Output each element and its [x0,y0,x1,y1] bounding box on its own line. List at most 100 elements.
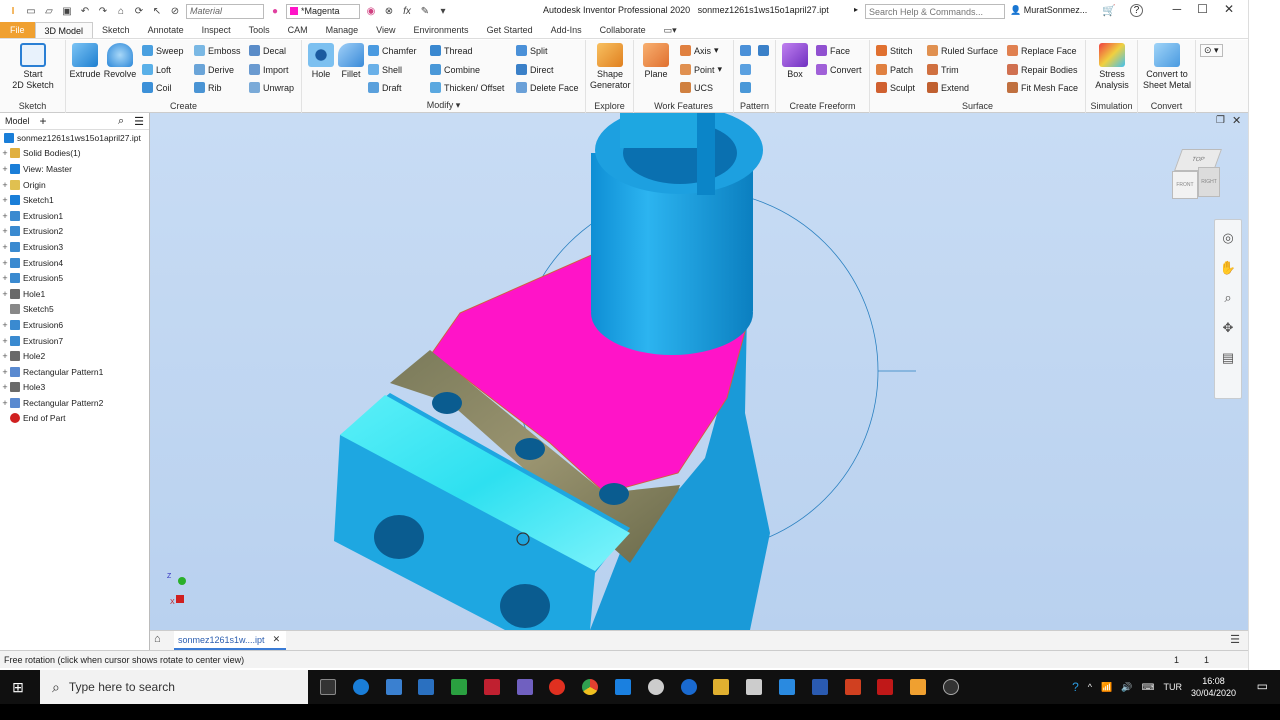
edge-icon[interactable] [352,679,369,695]
adjust-icon[interactable]: ◉ [364,4,378,18]
keyboard-icon[interactable]: ⌨ [1141,682,1154,693]
tab-collaborate[interactable]: Collaborate [591,22,655,38]
tab-options-icon[interactable]: ▭▾ [655,22,686,38]
rib-button[interactable]: Rib [194,82,222,93]
file-explorer-icon[interactable] [713,679,730,695]
coil-button[interactable]: Coil [142,82,172,93]
replace-face-button[interactable]: Replace Face [1007,45,1077,56]
help-tray-icon[interactable]: ? [1072,680,1079,694]
chrome-icon[interactable] [582,679,599,695]
word-icon[interactable] [811,679,828,695]
view-cube[interactable]: TOP FRONT RIGHT [1172,149,1224,205]
expand-icon[interactable]: + [0,336,10,346]
orbit-icon[interactable]: ✥ [1223,320,1234,336]
view-cube-front[interactable]: FRONT [1172,171,1198,199]
rectangular-pattern-icon[interactable] [740,45,751,56]
model-3d-canvas[interactable] [150,113,1248,630]
app-red-icon[interactable] [483,679,500,695]
close-tab-icon[interactable]: ✕ [273,634,281,645]
sketch-pattern-icon[interactable] [740,82,751,93]
tray-expand-icon[interactable]: ^ [1088,682,1092,692]
minimize-icon[interactable]: ─ [1173,2,1182,16]
expand-icon[interactable]: + [0,164,10,174]
tab-sketch[interactable]: Sketch [93,22,139,38]
tree-item[interactable]: sonmez1261s1ws15o1april27.ipt [0,130,149,146]
tree-item[interactable]: + Rectangular Pattern1 [0,364,149,380]
undo-icon[interactable]: ↶ [78,4,92,18]
tree-item[interactable]: + Extrusion6 [0,317,149,333]
autocad-icon[interactable] [877,679,894,695]
sweep-button[interactable]: Sweep [142,45,184,56]
tree-item[interactable]: + Hole1 [0,286,149,302]
user-account[interactable]: 👤 MuratSonmez... [1010,5,1087,16]
tree-item[interactable]: + Extrusion3 [0,239,149,255]
look-at-icon[interactable]: ▤ [1222,350,1234,366]
home-tab-icon[interactable]: ⌂ [154,633,161,645]
inventor-taskbar-icon[interactable] [910,679,927,695]
tree-item[interactable]: Sketch5 [0,302,149,318]
expand-icon[interactable]: + [0,398,10,408]
expand-icon[interactable]: + [0,273,10,283]
expand-icon[interactable]: + [0,211,10,221]
clear-override-icon[interactable]: ⊘ [168,4,182,18]
chamfer-button[interactable]: Chamfer [368,45,417,56]
task-view-icon[interactable] [320,679,336,695]
graphics-viewport[interactable]: TOP FRONT RIGHT ❐ ✕ ◎ ✋ ⌕ ✥ ▤ Z X [150,113,1248,630]
tree-item[interactable]: + Rectangular Pattern2 [0,395,149,411]
language-indicator[interactable]: TUR [1163,682,1182,692]
maximize-icon[interactable]: ☐ [1197,2,1208,16]
appearance-icon[interactable]: ● [268,4,282,18]
tree-item[interactable]: + View: Master [0,161,149,177]
expand-icon[interactable]: + [0,320,10,330]
open-file-icon[interactable]: ▱ [42,4,56,18]
save-icon[interactable]: ▣ [60,4,74,18]
menu-icon[interactable]: ☰ [134,115,144,128]
extrude-button[interactable]: Extrude [68,43,102,80]
browser-title[interactable]: Model [5,116,30,126]
shape-generator-button[interactable]: Shape Generator [590,43,631,91]
document-tab[interactable]: sonmez1261s1w....ipt ✕ [174,631,286,650]
start-2d-sketch-button[interactable]: Start 2D Sketch [6,43,60,91]
expand-icon[interactable]: + [0,382,10,392]
close-view-icon[interactable]: ✕ [1232,114,1241,127]
tab-annotate[interactable]: Annotate [139,22,193,38]
tab-view[interactable]: View [367,22,404,38]
extend-button[interactable]: Extend [927,82,969,93]
tab-inspect[interactable]: Inspect [193,22,240,38]
fillet-button[interactable]: Fillet [336,43,366,80]
tab-3d-model[interactable]: 3D Model [34,22,94,38]
loft-button[interactable]: Loft [142,64,171,75]
shell-button[interactable]: Shell [368,64,402,75]
patch-button[interactable]: Patch [876,64,913,75]
windows-start-icon[interactable]: ⊞ [0,679,36,696]
direct-button[interactable]: Direct [516,64,554,75]
freeform-box-button[interactable]: Box [778,43,812,80]
volume-icon[interactable]: 🔊 [1121,682,1132,693]
add-browser-tab-icon[interactable]: + [40,114,47,128]
inventor-logo-icon[interactable]: I [6,4,20,18]
expand-icon[interactable]: + [0,148,10,158]
expand-icon[interactable]: + [0,242,10,252]
calculator-icon[interactable] [746,679,763,695]
tab-file[interactable]: File [0,22,35,38]
expand-icon[interactable]: + [0,180,10,190]
delete-face-button[interactable]: Delete Face [516,82,579,93]
cloud-icon[interactable] [615,679,632,695]
trim-button[interactable]: Trim [927,64,959,75]
combine-button[interactable]: Combine [430,64,480,75]
cart-icon[interactable]: 🛒 [1102,4,1116,17]
tab-manage[interactable]: Manage [317,22,368,38]
powerpoint-icon[interactable] [844,679,861,695]
tab-add-ins[interactable]: Add-Ins [542,22,591,38]
stress-analysis-button[interactable]: Stress Analysis [1088,43,1136,91]
expand-icon[interactable]: + [0,289,10,299]
update-icon[interactable]: ⟳ [132,4,146,18]
tree-item[interactable]: End of Part [0,411,149,427]
tab-get-started[interactable]: Get Started [478,22,542,38]
tree-item[interactable]: + Sketch1 [0,192,149,208]
clock[interactable]: 16:08 30/04/2020 [1191,675,1236,699]
axis-button[interactable]: Axis ▾ [680,45,719,56]
notifications-icon[interactable]: ▭ [1257,679,1268,693]
redo-icon[interactable]: ↷ [96,4,110,18]
ruled-surface-button[interactable]: Ruled Surface [927,45,998,56]
